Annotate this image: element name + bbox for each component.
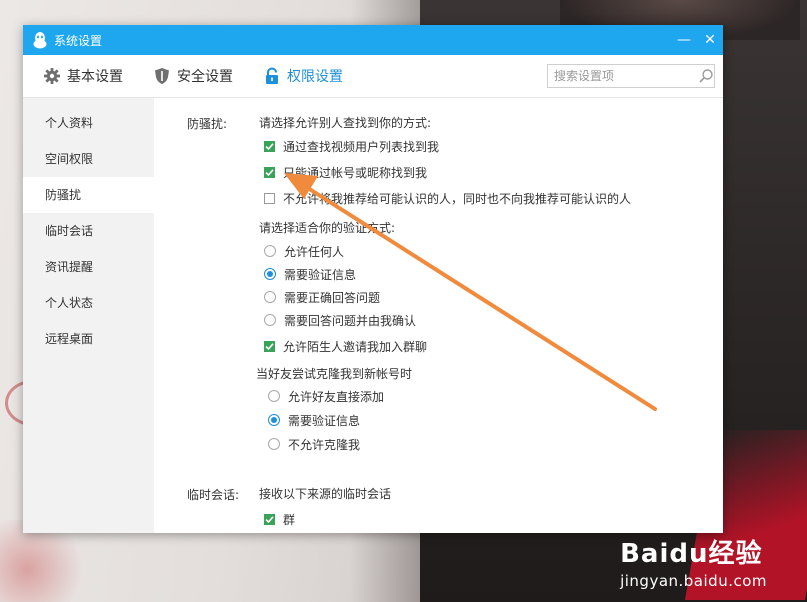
verify-option-answer-and-confirm[interactable]: 需要回答问题并由我确认 [264, 310, 416, 330]
section-label-temp-chat: 临时会话: [187, 488, 240, 502]
verify-method-prompt: 请选择适合你的验证方式: [259, 221, 396, 235]
radio-selected-icon [268, 414, 280, 426]
watermark-brand: Baidu经验 [620, 539, 763, 569]
minimize-button[interactable]: — [671, 25, 697, 55]
close-button[interactable]: ✕ [697, 25, 723, 55]
verify-option-answer-and-confirm-label: 需要回答问题并由我确认 [284, 313, 417, 328]
checkbox-checked-icon [264, 513, 275, 525]
tab-basic-settings-label: 基本设置 [67, 69, 123, 85]
window-title: 系统设置 [54, 33, 103, 48]
search-icon[interactable] [698, 65, 714, 87]
group-invite-option[interactable]: 允许陌生人邀请我加入群聊 [264, 336, 427, 356]
verify-option-anyone-label: 允许任何人 [284, 244, 345, 259]
checkbox-checked-icon [264, 140, 275, 152]
title-bar: 系统设置 — ✕ [23, 25, 723, 55]
group-invite-option-label: 允许陌生人邀请我加入群聊 [283, 339, 428, 354]
gear-icon [43, 67, 61, 85]
shield-icon [153, 67, 171, 85]
verify-option-need-info-label: 需要验证信息 [284, 267, 357, 282]
search-input[interactable] [548, 66, 698, 86]
find-option-account-nickname-label: 只能通过帐号或昵称找到我 [283, 165, 428, 180]
checkbox-checked-icon [264, 340, 275, 352]
search-box [547, 64, 715, 88]
radio-unselected-icon [264, 291, 276, 303]
find-option-account-nickname[interactable]: 只能通过帐号或昵称找到我 [264, 162, 427, 182]
tab-permission-settings-label: 权限设置 [287, 69, 343, 85]
settings-window: 系统设置 — ✕ 基本设置 安全设置 权限设置 搜索设置项 个人资料 空间权限 … [23, 25, 723, 533]
penguin-logo-icon [33, 32, 47, 49]
sidebar-item-remote-desktop[interactable]: 远程桌面 [23, 321, 154, 357]
temp-chat-option-group-label: 群 [283, 512, 296, 527]
verify-option-anyone[interactable]: 允许任何人 [264, 241, 344, 261]
radio-unselected-icon [268, 438, 280, 450]
clone-prompt: 当好友尝试克隆我到新帐号时 [256, 367, 413, 381]
tab-security-settings-label: 安全设置 [177, 69, 233, 85]
baidu-watermark: Baidu经验 jingyan.baidu.com [620, 533, 767, 590]
verify-option-answer-question-label: 需要正确回答问题 [284, 290, 381, 305]
sidebar-item-news-alerts[interactable]: 资讯提醒 [23, 249, 154, 285]
checkbox-checked-icon [264, 166, 275, 178]
temp-chat-option-group[interactable]: 群 [264, 509, 295, 529]
tab-security-settings[interactable]: 安全设置 [153, 66, 233, 86]
verify-option-need-info[interactable]: 需要验证信息 [264, 264, 356, 284]
settings-tabs: 基本设置 安全设置 权限设置 [23, 55, 723, 98]
tab-permission-settings[interactable]: 权限设置 [263, 66, 343, 86]
clone-option-deny[interactable]: 不允许克隆我 [268, 434, 360, 454]
sidebar-item-temp-chat[interactable]: 临时会话 [23, 213, 154, 249]
settings-sidebar: 个人资料 空间权限 防骚扰 临时会话 资讯提醒 个人状态 远程桌面 [23, 98, 154, 533]
sidebar-item-space-permissions[interactable]: 空间权限 [23, 141, 154, 177]
watermark-url: jingyan.baidu.com [620, 572, 767, 590]
find-method-prompt: 请选择允许别人查找到你的方式: [259, 116, 432, 130]
verify-option-answer-question[interactable]: 需要正确回答问题 [264, 287, 380, 307]
clone-option-need-info[interactable]: 需要验证信息 [268, 410, 360, 430]
sidebar-item-profile[interactable]: 个人资料 [23, 105, 154, 141]
radio-unselected-icon [268, 390, 280, 402]
clone-option-allow-label: 允许好友直接添加 [288, 389, 385, 404]
temp-chat-prompt: 接收以下来源的临时会话 [259, 487, 392, 501]
settings-content: 防骚扰: 请选择允许别人查找到你的方式: 通过查找视频用户列表找到我 只能通过帐… [154, 98, 723, 533]
clone-option-need-info-label: 需要验证信息 [288, 413, 361, 428]
find-option-video-list-label: 通过查找视频用户列表找到我 [283, 139, 440, 154]
radio-unselected-icon [264, 245, 276, 257]
lock-icon [263, 67, 281, 85]
radio-selected-icon [264, 268, 276, 280]
clone-option-allow[interactable]: 允许好友直接添加 [268, 386, 384, 406]
radio-unselected-icon [264, 314, 276, 326]
find-option-no-recommend[interactable]: 不允许将我推荐给可能认识的人，同时也不向我推荐可能认识的人 [264, 188, 631, 208]
find-option-video-list[interactable]: 通过查找视频用户列表找到我 [264, 136, 439, 156]
checkbox-unchecked-icon [264, 192, 275, 204]
sidebar-item-personal-status[interactable]: 个人状态 [23, 285, 154, 321]
clone-option-deny-label: 不允许克隆我 [288, 437, 361, 452]
section-label-anti-harassment: 防骚扰: [187, 117, 228, 131]
find-option-no-recommend-label: 不允许将我推荐给可能认识的人，同时也不向我推荐可能认识的人 [283, 191, 632, 206]
tab-basic-settings[interactable]: 基本设置 [43, 66, 123, 86]
sidebar-item-anti-harassment[interactable]: 防骚扰 [23, 177, 154, 213]
